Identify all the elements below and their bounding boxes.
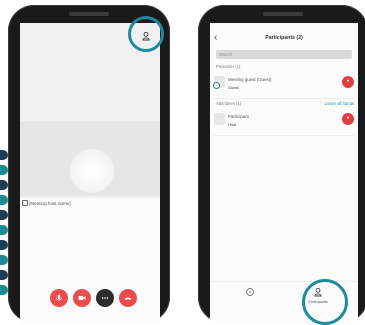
call-controls [20, 289, 160, 309]
edge-dot [0, 150, 8, 160]
divider [214, 98, 354, 99]
microphone-icon [56, 294, 62, 301]
search-input[interactable]: Search [216, 50, 352, 59]
status-badge [213, 82, 220, 89]
section-label-attendees: Attendees (1) [216, 101, 242, 106]
leave-button[interactable] [119, 289, 137, 307]
phone-right: ‹ Participants (2) Search Presenter (1) … [198, 5, 365, 323]
hang-up-icon [124, 297, 132, 300]
speaker [263, 12, 303, 16]
edge-dot [0, 195, 8, 205]
avatar [213, 76, 225, 89]
divider [214, 135, 354, 136]
participants-header: ‹ Participants (2) [210, 31, 358, 45]
edge-dot [0, 210, 8, 220]
edge-dot [0, 180, 8, 190]
participant-name: Participant [228, 114, 249, 119]
pin-icon [22, 200, 28, 206]
search-placeholder: Search [219, 52, 233, 57]
edge-dot [0, 240, 8, 250]
meeting-screen: [Meeting host name] [20, 23, 160, 323]
meeting-label-text: [Meeting host name] [29, 200, 71, 206]
highlight-circle [302, 279, 348, 325]
more-button[interactable] [96, 289, 114, 307]
mic-button[interactable] [50, 289, 68, 307]
avatar [214, 113, 225, 125]
speaker [69, 12, 109, 16]
section-label-presenter: Presenter (1) [216, 64, 241, 69]
edge-dot [0, 255, 8, 265]
edge-dot [0, 165, 8, 175]
video-button[interactable] [73, 289, 91, 307]
participant-name: Meeting guest (Guest) [228, 77, 272, 82]
participant-role: Host [228, 122, 237, 127]
participant-action-button[interactable]: • [342, 113, 354, 125]
page-title: Participants (2) [265, 35, 303, 41]
participant-role: Guest [228, 85, 239, 90]
video-icon [78, 296, 86, 300]
highlight-circle [128, 16, 164, 52]
edge-dot [0, 285, 8, 295]
more-icon [101, 297, 109, 299]
participant-action-button[interactable]: • [342, 76, 354, 88]
tab-chat[interactable] [230, 282, 270, 310]
participant-row[interactable]: Meeting guest (Guest) Guest • [213, 71, 354, 97]
meeting-label: [Meeting host name] [22, 200, 71, 206]
lower-hands-link[interactable]: Lower all hands [325, 101, 354, 106]
participant-row[interactable]: Participant Host • [214, 108, 354, 134]
participants-screen: ‹ Participants (2) Search Presenter (1) … [210, 23, 358, 323]
edge-dot [0, 225, 8, 235]
edge-dot [0, 270, 8, 280]
participant-video [70, 149, 114, 193]
chat-icon [246, 288, 254, 296]
phone-left: [Meeting host name] [8, 5, 170, 323]
